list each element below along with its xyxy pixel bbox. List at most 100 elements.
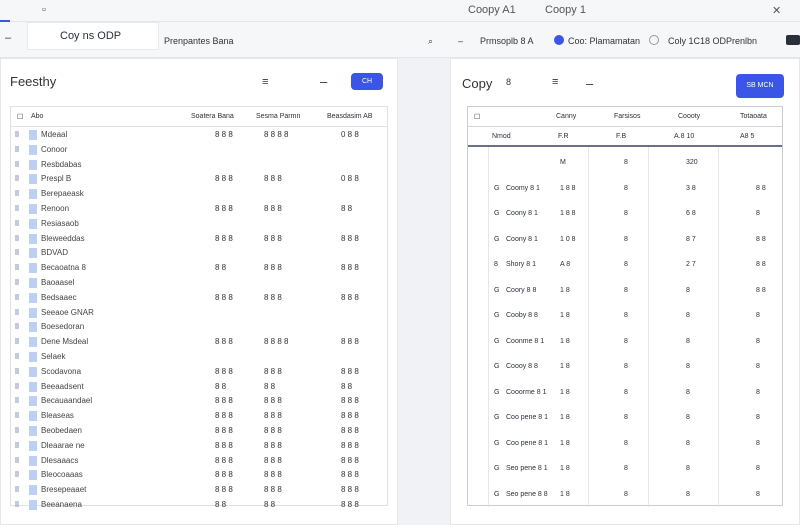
table-row[interactable]: Dene Msdeal 8 8 8 8 8 8 8 8 8 8 <box>11 336 387 348</box>
close-icon[interactable]: ✕ <box>772 4 781 17</box>
minus-icon[interactable]: – <box>320 74 327 89</box>
table-row[interactable]: Resiasaob <box>11 218 387 230</box>
table-row[interactable]: Bleweeddas 8 8 8 8 8 8 8 8 8 <box>11 233 387 245</box>
row-check-icon[interactable] <box>15 219 19 226</box>
row-check-icon[interactable] <box>15 412 19 419</box>
tab-icon[interactable]: ▫ <box>42 4 46 16</box>
table-row[interactable]: G Cooby 8 8 1 8 8 8 8 <box>468 306 782 326</box>
table-row[interactable]: Seeaoe GNAR <box>11 307 387 319</box>
left-panel-button[interactable]: CH <box>351 73 383 90</box>
radio-icon[interactable] <box>649 35 659 45</box>
column-header[interactable]: Sesma Parmn <box>256 113 300 120</box>
table-row[interactable]: Dleaarae ne 8 8 8 8 8 8 8 8 8 <box>11 440 387 452</box>
toolbar-item-4[interactable]: Coly 1C18 OD <box>668 36 726 46</box>
table-row[interactable]: G Coony 8 1 1 0 8 8 8 7 8 8 <box>468 230 782 250</box>
table-row[interactable]: Mdeaal 8 8 8 8 8 8 8 0 8 8 <box>11 129 387 141</box>
search-icon[interactable]: ⌕ <box>428 36 433 47</box>
column-header[interactable]: Beasdasim AB <box>327 113 373 120</box>
column-header[interactable]: Totaoata <box>740 113 767 120</box>
toolbar-item-5[interactable]: Prenlbn <box>726 36 757 46</box>
menu-icon[interactable]: – <box>5 32 11 44</box>
column-header[interactable]: Abo <box>31 113 43 120</box>
row-check-icon[interactable] <box>15 264 19 271</box>
active-tab-indicator[interactable] <box>0 0 10 22</box>
row-check-icon[interactable] <box>15 427 19 433</box>
row-check-icon[interactable] <box>15 160 19 167</box>
row-check-icon[interactable] <box>15 234 19 241</box>
toolbar-item-2[interactable]: Prmsoplb 8 A <box>480 36 534 46</box>
row-check-icon[interactable] <box>15 441 19 448</box>
header-check-icon[interactable]: ☐ <box>474 113 480 121</box>
table-row[interactable]: G Seo pene 8 1 1 8 8 8 8 <box>468 459 782 479</box>
table-row[interactable]: Conoor <box>11 144 387 156</box>
row-check-icon[interactable] <box>15 323 19 330</box>
table-row[interactable]: Beeanaena 8 8 8 8 8 8 8 <box>11 499 387 511</box>
row-check-icon[interactable] <box>15 367 19 374</box>
table-row[interactable]: G Cooorme 8 1 1 8 8 8 8 <box>468 383 782 403</box>
row-check-icon[interactable] <box>15 293 19 300</box>
subheader-cell: Nmod <box>492 133 511 140</box>
row-check-icon[interactable] <box>15 501 19 507</box>
row-check-icon[interactable] <box>15 190 19 197</box>
menu-icon[interactable]: ≡ <box>262 76 268 88</box>
table-row[interactable]: Boesedoran <box>11 321 387 333</box>
menu-icon[interactable]: ≡ <box>552 76 558 88</box>
row-check-icon[interactable] <box>15 456 19 463</box>
table-row[interactable]: BDVAD <box>11 247 387 259</box>
table-row[interactable]: Becaoatna 8 8 8 8 8 8 8 8 8 <box>11 262 387 274</box>
table-row[interactable]: G Coooy 8 8 1 8 8 8 8 <box>468 357 782 377</box>
row-check-icon[interactable] <box>15 131 19 137</box>
table-row[interactable]: Bresepeaaet 8 8 8 8 8 8 8 8 8 <box>11 484 387 496</box>
dash-icon[interactable]: – <box>458 36 463 46</box>
column-header[interactable]: Soatera Bana <box>191 113 234 120</box>
toggle-icon[interactable] <box>786 35 800 45</box>
table-row[interactable]: G Coony 8 1 1 8 8 8 6 8 8 <box>468 204 782 224</box>
table-row[interactable]: M 8 320 <box>468 153 782 173</box>
row-check-icon[interactable] <box>15 279 19 285</box>
table-row[interactable]: Bleocoaaas 8 8 8 8 8 8 8 8 8 <box>11 469 387 481</box>
table-row[interactable]: Dlesaaacs 8 8 8 8 8 8 8 8 8 <box>11 455 387 467</box>
row-check-icon[interactable] <box>15 397 19 404</box>
table-row[interactable]: G Coomy 8 1 1 8 8 8 3 8 8 8 <box>468 179 782 199</box>
table-row[interactable]: G Coonme 8 1 1 8 8 8 8 <box>468 332 782 352</box>
row-check-icon[interactable] <box>15 145 19 152</box>
row-cell: 1 8 <box>560 439 570 447</box>
row-check-icon[interactable] <box>15 486 19 493</box>
toolbar-item-1[interactable]: Prenpantes Bana <box>164 36 234 46</box>
table-row[interactable]: Bleaseas 8 8 8 8 8 8 8 8 8 <box>11 410 387 422</box>
right-panel-button[interactable]: SB MCN <box>736 74 784 98</box>
row-check-icon[interactable] <box>15 338 19 345</box>
table-row[interactable]: Baoaasel <box>11 277 387 289</box>
table-row[interactable]: Beeaadsent 8 8 8 8 8 8 <box>11 381 387 393</box>
table-row[interactable]: G Seo pene 8 8 1 8 8 8 8 <box>468 485 782 505</box>
column-header[interactable]: Canny <box>556 113 576 120</box>
table-row[interactable]: Becauaandael 8 8 8 8 8 8 8 8 8 <box>11 395 387 407</box>
row-check-icon[interactable] <box>15 353 19 359</box>
table-row[interactable]: Selaek <box>11 351 387 363</box>
document-tab[interactable]: Coy ns ODP <box>27 22 159 50</box>
header-check-icon[interactable]: ☐ <box>17 113 23 121</box>
row-check-icon[interactable] <box>15 175 19 182</box>
table-row[interactable]: G Coory 8 8 1 8 8 8 8 8 <box>468 281 782 301</box>
row-check-icon[interactable] <box>15 205 19 211</box>
row-check-icon[interactable] <box>15 249 19 256</box>
table-row[interactable]: Berepaeask <box>11 188 387 200</box>
table-row[interactable]: Resbdabas <box>11 159 387 171</box>
row-check-icon[interactable] <box>15 471 19 478</box>
table-row[interactable]: Scodavona 8 8 8 8 8 8 8 8 8 <box>11 366 387 378</box>
table-row[interactable]: 8 Shory 8 1 A 8 8 2 7 8 8 <box>468 255 782 275</box>
checkbox-icon[interactable] <box>554 35 564 45</box>
toolbar-item-3[interactable]: Coo: Plamamatan <box>568 36 640 46</box>
minus-icon[interactable]: – <box>586 76 593 91</box>
row-check-icon[interactable] <box>15 382 19 389</box>
table-row[interactable]: Beobedaen 8 8 8 8 8 8 8 8 8 <box>11 425 387 437</box>
table-row[interactable]: Bedsaaec 8 8 8 8 8 8 8 8 8 <box>11 292 387 304</box>
table-row[interactable]: G Coo pene 8 1 1 8 8 8 8 <box>468 408 782 428</box>
table-row[interactable]: Renoon 8 8 8 8 8 8 8 8 <box>11 203 387 215</box>
table-row[interactable]: Prespl B 8 8 8 8 8 8 0 8 8 <box>11 173 387 185</box>
row-cell: 8 8 <box>215 500 227 509</box>
column-header[interactable]: Farsisos <box>614 113 640 120</box>
row-check-icon[interactable] <box>15 308 19 315</box>
column-header[interactable]: Coooty <box>678 113 700 120</box>
table-row[interactable]: G Coo pene 8 1 1 8 8 8 8 <box>468 434 782 454</box>
